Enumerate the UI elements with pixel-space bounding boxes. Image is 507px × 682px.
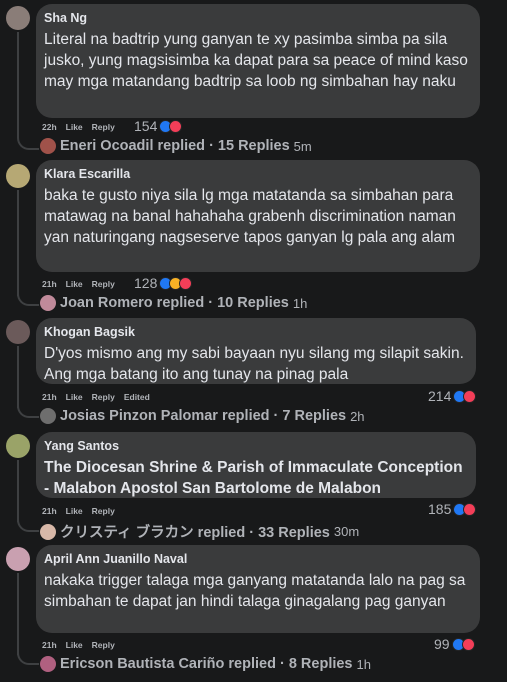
love-reaction-icon <box>463 502 477 516</box>
like-button[interactable]: Like <box>66 506 83 516</box>
reaction-summary[interactable]: 185 <box>428 501 477 517</box>
replies-text: クリスティ ブラカン replied · 33 Replies <box>60 525 330 541</box>
thread-line <box>17 190 19 296</box>
comment-bubble: Klara Escarilla baka te gusto niya sila … <box>36 160 480 272</box>
reaction-count: 214 <box>428 388 452 404</box>
comment-actions: 21h Like Reply <box>42 279 124 289</box>
reaction-count: 128 <box>134 275 158 291</box>
avatar[interactable] <box>6 6 30 30</box>
thread-curve <box>17 402 39 418</box>
replies-text: Josias Pinzon Palomar replied · 7 Replie… <box>60 408 347 424</box>
like-button[interactable]: Like <box>66 392 83 402</box>
avatar[interactable] <box>6 164 30 188</box>
reply-button[interactable]: Reply <box>92 392 115 402</box>
reply-avatar <box>40 138 56 154</box>
reaction-summary[interactable]: 154 <box>134 118 183 134</box>
thread-line <box>17 346 19 408</box>
comment-text: Literal na badtrip yung ganyan te xy pas… <box>44 31 468 90</box>
reaction-count: 154 <box>134 118 158 134</box>
thread-curve <box>17 290 39 306</box>
love-reaction-icon <box>169 119 183 133</box>
comment-bubble: Khogan Bagsik D'yos mismo ang my sabi ba… <box>36 318 476 384</box>
replies-text: Joan Romero replied · 10 Replies <box>60 295 289 311</box>
reply-button[interactable]: Reply <box>92 122 115 132</box>
comment-author[interactable]: Klara Escarilla <box>44 166 468 182</box>
love-reaction-icon <box>461 637 475 651</box>
like-button[interactable]: Like <box>66 122 83 132</box>
reply-button[interactable]: Reply <box>92 506 115 516</box>
comment-text: baka te gusto niya sila lg mga matatanda… <box>44 187 456 246</box>
comment-actions: 21h Like Reply <box>42 640 124 650</box>
view-replies-link[interactable]: Joan Romero replied · 10 Replies 1h <box>40 295 307 311</box>
reaction-summary[interactable]: 128 <box>134 275 193 291</box>
comment-time[interactable]: 21h <box>42 640 57 650</box>
comment-author[interactable]: April Ann Juanillo Naval <box>44 551 468 567</box>
love-reaction-icon <box>179 276 193 290</box>
comment-actions: 21h Like Reply Edited <box>42 392 159 402</box>
edited-label: Edited <box>123 392 150 402</box>
replies-text: Ericson Bautista Cariño replied · 8 Repl… <box>60 656 353 672</box>
comment-bubble: Sha Ng Literal na badtrip yung ganyan te… <box>36 4 480 118</box>
reply-avatar <box>40 408 56 424</box>
view-replies-link[interactable]: Josias Pinzon Palomar replied · 7 Replie… <box>40 408 365 424</box>
replies-time: 2h <box>350 408 365 424</box>
comment-bubble: April Ann Juanillo Naval nakaka trigger … <box>36 545 480 633</box>
view-replies-link[interactable]: クリスティ ブラカン replied · 33 Replies 30m <box>40 521 359 542</box>
comment-author[interactable]: Yang Santos <box>44 438 464 454</box>
reaction-count: 185 <box>428 501 452 517</box>
like-button[interactable]: Like <box>66 640 83 650</box>
reply-button[interactable]: Reply <box>92 640 115 650</box>
thread-curve <box>17 516 39 532</box>
reply-avatar <box>40 523 56 540</box>
reaction-count: 99 <box>434 636 450 652</box>
tagged-page-link[interactable]: The Diocesan Shrine & Parish of Immacula… <box>44 457 464 499</box>
thread-line <box>17 32 19 138</box>
comment-time[interactable]: 21h <box>42 392 57 402</box>
view-replies-link[interactable]: Ericson Bautista Cariño replied · 8 Repl… <box>40 656 371 672</box>
thread-curve <box>17 649 39 665</box>
replies-text: Eneri Ocoadil replied · 15 Replies <box>60 138 290 154</box>
thread-line <box>17 573 19 655</box>
comment-text: D'yos mismo ang my sabi bayaan nyu silan… <box>44 345 464 383</box>
love-reaction-icon <box>463 389 477 403</box>
replies-time: 1h <box>292 295 308 311</box>
reply-avatar <box>40 295 56 311</box>
replies-time: 5m <box>293 138 312 154</box>
comment-author[interactable]: Khogan Bagsik <box>44 324 464 340</box>
reaction-summary[interactable]: 99 <box>434 636 475 652</box>
reply-button[interactable]: Reply <box>92 279 115 289</box>
comment-bubble: Yang Santos The Diocesan Shrine & Parish… <box>36 432 476 498</box>
comment-text: nakaka trigger talaga mga ganyang matata… <box>44 572 466 610</box>
replies-time: 30m <box>333 524 360 539</box>
comment-time[interactable]: 21h <box>42 279 57 289</box>
comment-actions: 22h Like Reply <box>42 122 124 132</box>
comment-time[interactable]: 21h <box>42 506 57 516</box>
view-replies-link[interactable]: Eneri Ocoadil replied · 15 Replies 5m <box>40 138 312 154</box>
comment-actions: 21h Like Reply <box>42 506 124 516</box>
reply-avatar <box>40 656 56 672</box>
replies-time: 1h <box>356 656 371 672</box>
like-button[interactable]: Like <box>66 279 83 289</box>
avatar[interactable] <box>6 320 30 344</box>
thread-curve <box>17 134 39 150</box>
avatar[interactable] <box>6 547 30 571</box>
comment-author[interactable]: Sha Ng <box>44 10 468 26</box>
avatar[interactable] <box>6 434 30 458</box>
comment-time[interactable]: 22h <box>42 122 57 132</box>
reaction-summary[interactable]: 214 <box>428 388 477 404</box>
thread-line <box>17 460 19 522</box>
